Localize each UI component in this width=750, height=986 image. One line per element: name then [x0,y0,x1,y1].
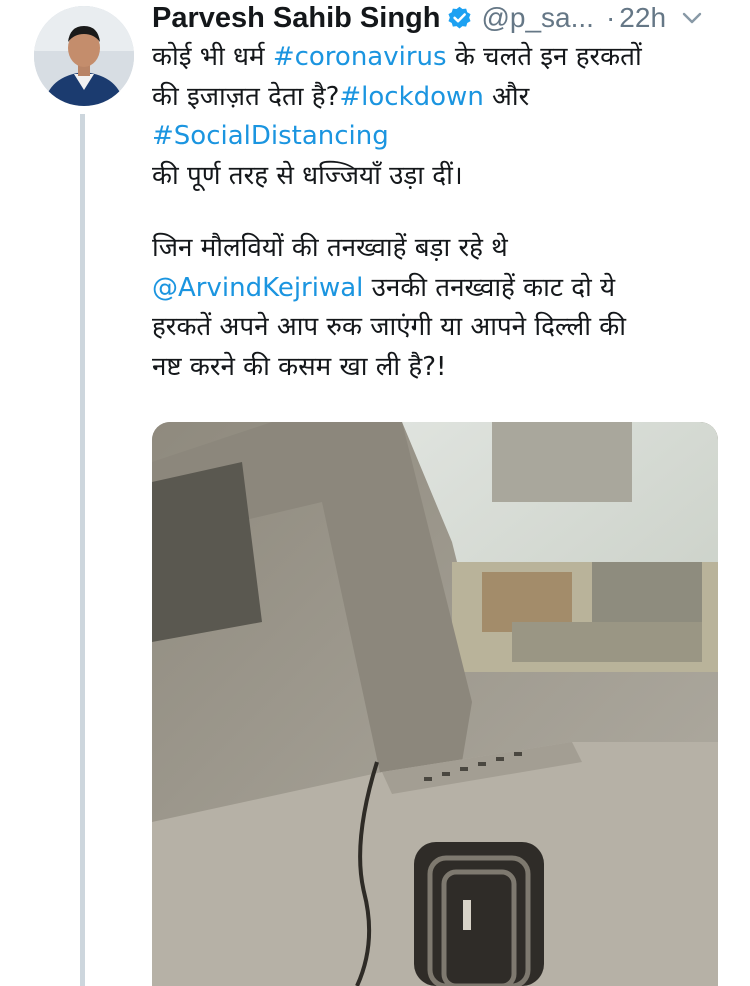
hashtag-socialdistancing[interactable]: #SocialDistancing [152,121,389,151]
text-segment: कोई भी धर्म [152,42,273,72]
separator: · [605,2,616,33]
tweet-line: की इजाज़त देता है?#lockdown और [152,78,732,118]
text-segment: और [483,81,530,112]
tweet-line: की पूर्ण तरह से धज्जियाँ उड़ा दीं। [152,160,463,191]
author-name[interactable]: Parvesh Sahib Singh [152,2,440,35]
author-handle[interactable]: @p_sa... [481,2,593,34]
tweet-line: @ArvindKejriwal उनकी तनख्वाहें काट दो ये [152,269,732,309]
text-segment: उनकी तनख्वाहें काट दो ये [363,272,616,303]
tweet-line: जिन मौलवियों की तनख्वाहें बड़ा रहे थे [152,233,508,263]
tweet-header: Parvesh Sahib Singh @p_sa... · 22h [152,0,742,36]
tweet-text: कोई भी धर्म #coronavirus के चलते इन हरकत… [152,38,732,387]
tweet-line: #SocialDistancing [152,117,732,157]
hashtag-coronavirus[interactable]: #coronavirus [273,42,447,72]
tweet-line: नष्ट करने की कसम खा ली है?! [152,351,447,382]
text-segment: के चलते इन हरकतों [446,42,642,72]
avatar[interactable] [34,6,134,106]
mention-arvindkejriwal[interactable]: @ArvindKejriwal [152,273,363,303]
tweet[interactable]: Parvesh Sahib Singh @p_sa... · 22h कोई भ… [0,0,750,986]
tweet-line: कोई भी धर्म #coronavirus के चलते इन हरकत… [152,38,732,78]
verified-badge-icon [446,5,473,32]
timestamp[interactable]: 22h [619,2,666,34]
tweet-line: हरकतें अपने आप रुक जाएंगी या आपने दिल्ली… [152,312,626,342]
hashtag-lockdown[interactable]: #lockdown [339,82,483,112]
paragraph-break [152,196,732,229]
text-segment: की इजाज़त देता है? [152,81,340,112]
chevron-down-icon[interactable] [680,6,704,30]
thread-line [80,114,85,986]
video-media[interactable] [152,422,718,986]
